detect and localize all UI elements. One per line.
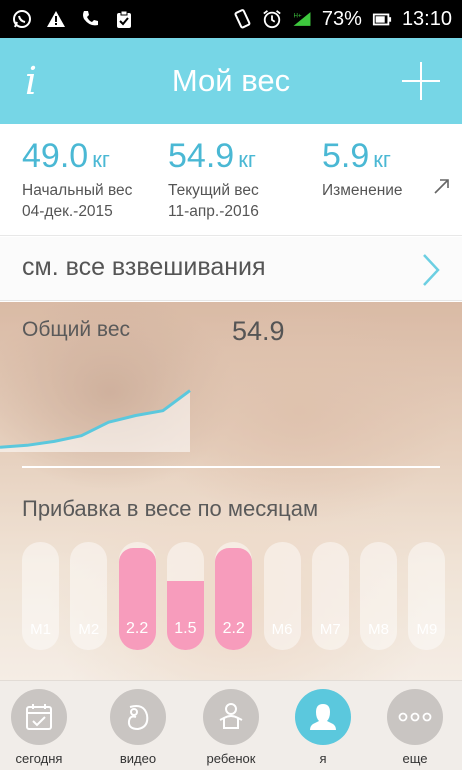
initial-weight-value: 49.0 bbox=[22, 137, 89, 175]
baby-embryo-icon bbox=[110, 689, 166, 745]
month-bar-label: 1.5 bbox=[174, 620, 197, 637]
tab-video[interactable]: видео bbox=[103, 689, 173, 766]
battery-icon bbox=[372, 9, 392, 29]
weight-change-label: Изменение bbox=[322, 182, 403, 199]
month-bar[interactable]: M8 bbox=[360, 542, 398, 650]
month-bar[interactable]: M7 bbox=[311, 542, 349, 650]
chart-baseline bbox=[22, 466, 440, 468]
month-bar[interactable]: 1.5 bbox=[166, 542, 204, 650]
monthly-gain-bars: M1 M2 2.2 1.5 2.2 M6 M7 M8 M9 bbox=[22, 542, 446, 650]
tab-label: видео bbox=[119, 751, 157, 766]
alarm-icon bbox=[262, 9, 282, 29]
expand-arrow-icon[interactable] bbox=[432, 176, 452, 196]
month-bar[interactable]: M1 bbox=[22, 542, 59, 650]
month-bar-label: M1 bbox=[30, 621, 51, 638]
vibrate-icon bbox=[232, 9, 252, 29]
current-weight-date: 11-апр.-2016 bbox=[168, 203, 259, 220]
info-button[interactable]: i bbox=[16, 56, 46, 106]
current-weight-label: Текущий вес bbox=[168, 182, 259, 199]
initial-weight: 49.0 кг Начальный вес 04-дек.-2015 bbox=[22, 136, 132, 222]
month-bar[interactable]: M6 bbox=[263, 542, 301, 650]
tab-label: я bbox=[319, 751, 327, 766]
initial-weight-label: Начальный вес bbox=[22, 182, 133, 199]
status-bar: H+ 73% 13:10 bbox=[0, 0, 462, 38]
clipboard-check-icon bbox=[114, 9, 134, 29]
see-all-weighings-label: см. все взвешивания bbox=[22, 253, 266, 281]
month-bar-label: M6 bbox=[271, 621, 293, 638]
month-bar-label: M7 bbox=[319, 621, 341, 638]
see-all-weighings-row[interactable]: см. все взвешивания bbox=[0, 237, 462, 301]
month-bar[interactable]: M2 bbox=[70, 542, 108, 650]
initial-weight-date: 04-дек.-2015 bbox=[22, 203, 113, 220]
weight-area bbox=[0, 390, 190, 452]
page-title: Мой вес bbox=[171, 63, 291, 98]
status-left bbox=[12, 0, 134, 38]
monthly-gain-title: Прибавка в весе по месяцам bbox=[22, 496, 319, 521]
baby-icon bbox=[203, 689, 259, 745]
weight-unit: кг bbox=[92, 147, 110, 172]
bottom-tab-bar: сегодня видео ребенок я еще bbox=[0, 680, 462, 770]
calendar-check-icon bbox=[11, 689, 67, 745]
month-bar-label: M2 bbox=[78, 621, 100, 638]
tab-more[interactable]: еще bbox=[380, 689, 450, 766]
current-weight-value: 54.9 bbox=[168, 137, 235, 175]
tab-me[interactable]: я bbox=[288, 689, 358, 766]
tab-label: еще bbox=[402, 751, 428, 766]
month-bar[interactable]: 2.2 bbox=[118, 542, 156, 650]
weight-unit: кг bbox=[238, 147, 256, 172]
battery-percent: 73% bbox=[321, 7, 362, 30]
app-header: i Мой вес bbox=[0, 38, 462, 124]
whatsapp-icon bbox=[12, 9, 32, 29]
status-right: H+ 73% 13:10 bbox=[232, 0, 452, 38]
tab-label: ребенок bbox=[206, 751, 256, 766]
month-bar-label: 2.2 bbox=[125, 620, 149, 637]
chevron-right-icon bbox=[420, 253, 442, 287]
total-weight-label: Общий вес bbox=[22, 318, 131, 341]
tab-today[interactable]: сегодня bbox=[4, 689, 74, 766]
month-bar-label: M8 bbox=[368, 621, 390, 638]
network-type: H+ bbox=[293, 12, 301, 19]
signal-icon: H+ bbox=[292, 9, 312, 29]
clock: 13:10 bbox=[401, 7, 452, 30]
month-bar[interactable]: 2.2 bbox=[215, 542, 253, 650]
total-weight-chart bbox=[0, 389, 191, 452]
weight-stats: 49.0 кг Начальный вес 04-дек.-2015 54.9 кг… bbox=[0, 124, 462, 236]
weight-unit: кг bbox=[373, 147, 391, 172]
month-bar[interactable]: M9 bbox=[408, 542, 446, 650]
weight-change-value: 5.9 bbox=[322, 137, 370, 175]
tab-label: сегодня bbox=[15, 751, 63, 766]
phone-icon bbox=[80, 9, 100, 29]
month-bar-label: 2.2 bbox=[222, 620, 245, 637]
tab-child[interactable]: ребенок bbox=[196, 689, 266, 766]
weight-change: 5.9 кг Изменение bbox=[322, 136, 403, 201]
add-weight-button[interactable] bbox=[402, 62, 440, 100]
warning-icon bbox=[46, 9, 66, 29]
current-weight: 54.9 кг Текущий вес 11-апр.-2016 bbox=[168, 136, 259, 222]
total-weight-value: 54.9 bbox=[232, 316, 285, 346]
month-bar-label: M9 bbox=[416, 621, 438, 638]
more-dots-icon bbox=[387, 689, 443, 745]
month-bar-fill bbox=[166, 580, 204, 650]
person-icon bbox=[295, 689, 351, 745]
